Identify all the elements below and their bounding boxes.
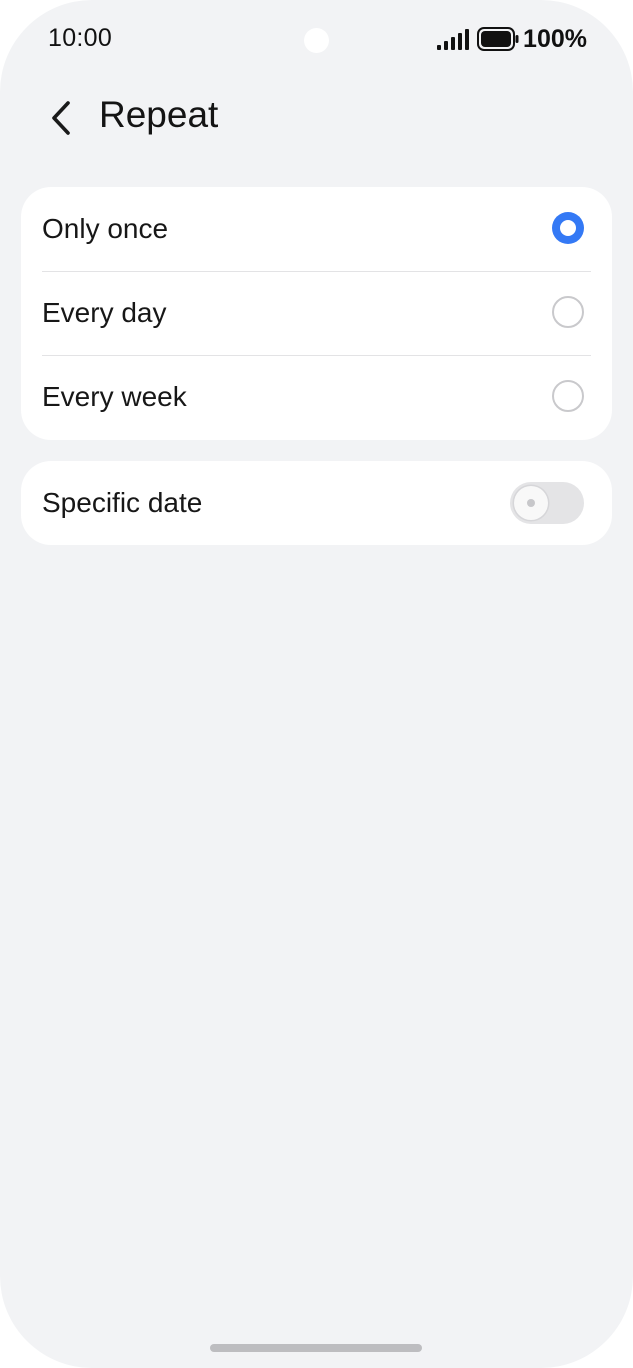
- radio-button[interactable]: [552, 380, 584, 412]
- home-indicator[interactable]: [210, 1344, 422, 1352]
- signal-icon: [437, 29, 470, 50]
- specific-date-toggle[interactable]: [510, 482, 584, 524]
- option-label: Every day: [42, 297, 167, 328]
- radio-button[interactable]: [552, 296, 584, 328]
- back-button[interactable]: [40, 96, 84, 140]
- chevron-left-icon: [52, 101, 70, 135]
- repeat-options-card: Only once Every day Every week: [21, 187, 612, 440]
- option-only-once[interactable]: Only once: [21, 187, 612, 271]
- option-label: Only once: [42, 213, 169, 244]
- status-bar: 10:00 100%: [0, 0, 633, 80]
- page-title: Repeat: [99, 94, 219, 135]
- front-camera: [304, 28, 329, 53]
- specific-date-row[interactable]: Specific date: [21, 461, 612, 545]
- option-every-day[interactable]: Every day: [21, 271, 612, 355]
- specific-date-card: Specific date: [21, 461, 612, 545]
- option-every-week[interactable]: Every week: [21, 355, 612, 439]
- battery-icon: [477, 27, 519, 51]
- toggle-knob: [514, 486, 548, 520]
- radio-button-selected[interactable]: [552, 212, 584, 244]
- battery-percentage: 100%: [523, 24, 587, 53]
- phone-screen: 10:00 100% Repeat Only once Every day Ev…: [0, 0, 633, 1368]
- specific-date-label: Specific date: [42, 487, 203, 518]
- status-time: 10:00: [48, 24, 113, 52]
- status-indicators: 100%: [437, 24, 587, 54]
- option-label: Every week: [42, 381, 187, 412]
- header: Repeat: [0, 84, 633, 150]
